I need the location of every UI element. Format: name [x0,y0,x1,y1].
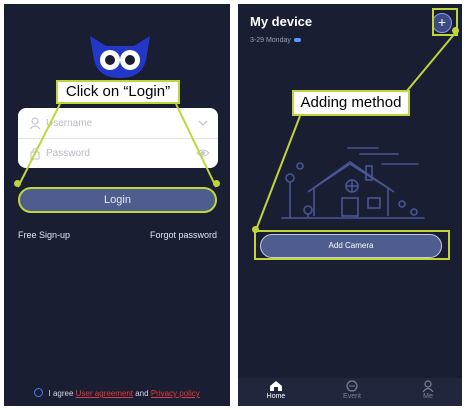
annotation-lines [17,31,457,231]
adding-method-callout: Adding method [292,90,410,116]
annotation-dot [14,180,21,187]
annotation-dot [213,180,220,187]
click-login-callout: Click on “Login” [56,80,180,104]
add-camera-highlight [254,230,450,260]
add-button-highlight [432,8,458,36]
